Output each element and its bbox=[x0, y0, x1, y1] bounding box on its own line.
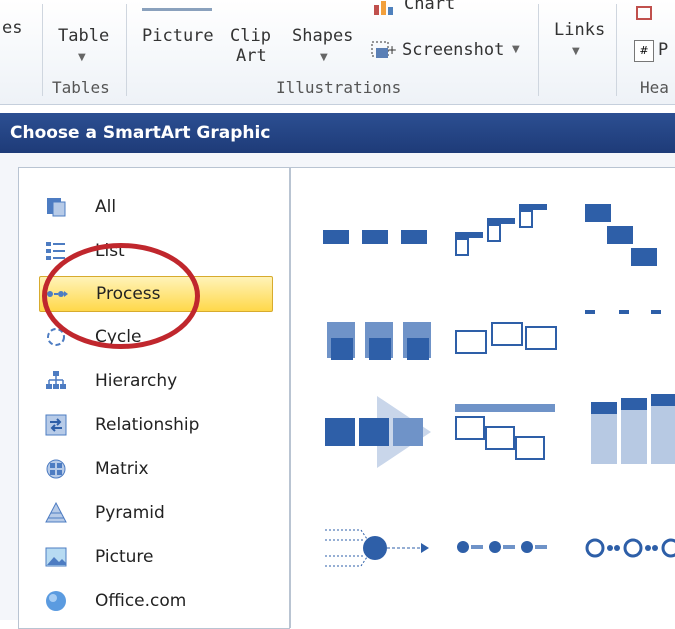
highlight-annotation-circle bbox=[42, 243, 200, 349]
layout-detailed-process[interactable] bbox=[585, 304, 675, 328]
layout-basic-process[interactable] bbox=[323, 218, 427, 258]
screenshot-icon[interactable]: + bbox=[370, 38, 397, 60]
shapes-button[interactable]: Shapes bbox=[292, 26, 353, 46]
ribbon: es Table ▼ Tables Picture Clip Art Shape… bbox=[0, 0, 675, 105]
category-label: Pyramid bbox=[95, 503, 165, 523]
pyramid-icon bbox=[45, 501, 67, 524]
svg-text:+: + bbox=[387, 43, 396, 57]
ribbon-partial-left-label: es bbox=[2, 18, 23, 38]
category-picture[interactable]: Picture bbox=[39, 540, 271, 574]
picture-button[interactable]: Picture bbox=[142, 26, 214, 46]
layout-gallery bbox=[290, 167, 675, 628]
tables-group-label: Tables bbox=[52, 78, 110, 97]
category-hierarchy[interactable]: Hierarchy bbox=[39, 364, 271, 398]
chart-icon[interactable] bbox=[372, 0, 396, 15]
table-button[interactable]: Table bbox=[58, 26, 109, 46]
smartart-dialog: All List Process Cycle Hierarchy Relatio… bbox=[0, 153, 675, 629]
layout-converging-process[interactable] bbox=[323, 522, 433, 574]
category-relationship[interactable]: Relationship bbox=[39, 408, 271, 442]
shapes-dropdown-arrow-icon[interactable]: ▼ bbox=[320, 52, 328, 63]
relationship-icon bbox=[45, 414, 67, 436]
ribbon-separator bbox=[42, 4, 43, 96]
links-dropdown-arrow-icon[interactable]: ▼ bbox=[572, 46, 580, 57]
ribbon-separator bbox=[616, 4, 617, 96]
clipart-button-line2[interactable]: Art bbox=[236, 46, 267, 66]
layout-circle-arrow-process[interactable] bbox=[451, 532, 555, 562]
category-list: All List Process Cycle Hierarchy Relatio… bbox=[18, 167, 290, 629]
category-label: Hierarchy bbox=[95, 371, 178, 391]
illustrations-group-label: Illustrations bbox=[276, 78, 402, 97]
category-label: Matrix bbox=[95, 459, 149, 479]
dialog-title-bar[interactable]: Choose a SmartArt Graphic bbox=[0, 113, 675, 153]
category-all[interactable]: All bbox=[39, 190, 271, 224]
layout-continuous-block-process[interactable] bbox=[455, 318, 559, 364]
screenshot-dropdown-arrow-icon[interactable]: ▼ bbox=[512, 44, 520, 55]
category-office-com[interactable]: Office.com bbox=[39, 584, 271, 618]
page-number-button-partial[interactable]: P bbox=[658, 40, 668, 60]
picture-icon[interactable] bbox=[142, 8, 212, 11]
ribbon-separator bbox=[538, 4, 539, 96]
matrix-icon bbox=[45, 458, 67, 480]
layout-accent-process[interactable] bbox=[327, 318, 431, 364]
layout-staggered-process[interactable] bbox=[455, 402, 559, 462]
clipart-button-line1[interactable]: Clip bbox=[230, 26, 271, 46]
layout-vertical-process[interactable] bbox=[591, 394, 675, 470]
category-label: Office.com bbox=[95, 591, 187, 611]
layout-step-up-process[interactable] bbox=[451, 194, 561, 264]
category-pyramid[interactable]: Pyramid bbox=[39, 496, 271, 530]
all-icon bbox=[45, 196, 67, 218]
globe-icon bbox=[45, 590, 67, 612]
category-label: Relationship bbox=[95, 415, 200, 435]
header-group-label-partial: Hea bbox=[640, 78, 669, 97]
category-label: Picture bbox=[95, 547, 154, 567]
layout-circle-process[interactable] bbox=[585, 528, 675, 568]
screenshot-button[interactable]: Screenshot bbox=[402, 40, 504, 60]
table-dropdown-arrow-icon[interactable]: ▼ bbox=[78, 52, 86, 63]
picture-icon bbox=[45, 546, 67, 568]
hierarchy-icon bbox=[45, 370, 67, 392]
ribbon-separator bbox=[126, 4, 127, 96]
dialog-title: Choose a SmartArt Graphic bbox=[10, 123, 271, 143]
page-number-icon[interactable]: # bbox=[634, 40, 654, 62]
layout-step-down-process[interactable] bbox=[585, 200, 675, 274]
category-label: All bbox=[95, 197, 117, 217]
category-matrix[interactable]: Matrix bbox=[39, 452, 271, 486]
chart-button[interactable]: Chart bbox=[404, 0, 455, 14]
header-icon[interactable] bbox=[636, 6, 652, 20]
links-button[interactable]: Links bbox=[554, 20, 605, 40]
layout-process-arrows[interactable] bbox=[325, 396, 431, 468]
